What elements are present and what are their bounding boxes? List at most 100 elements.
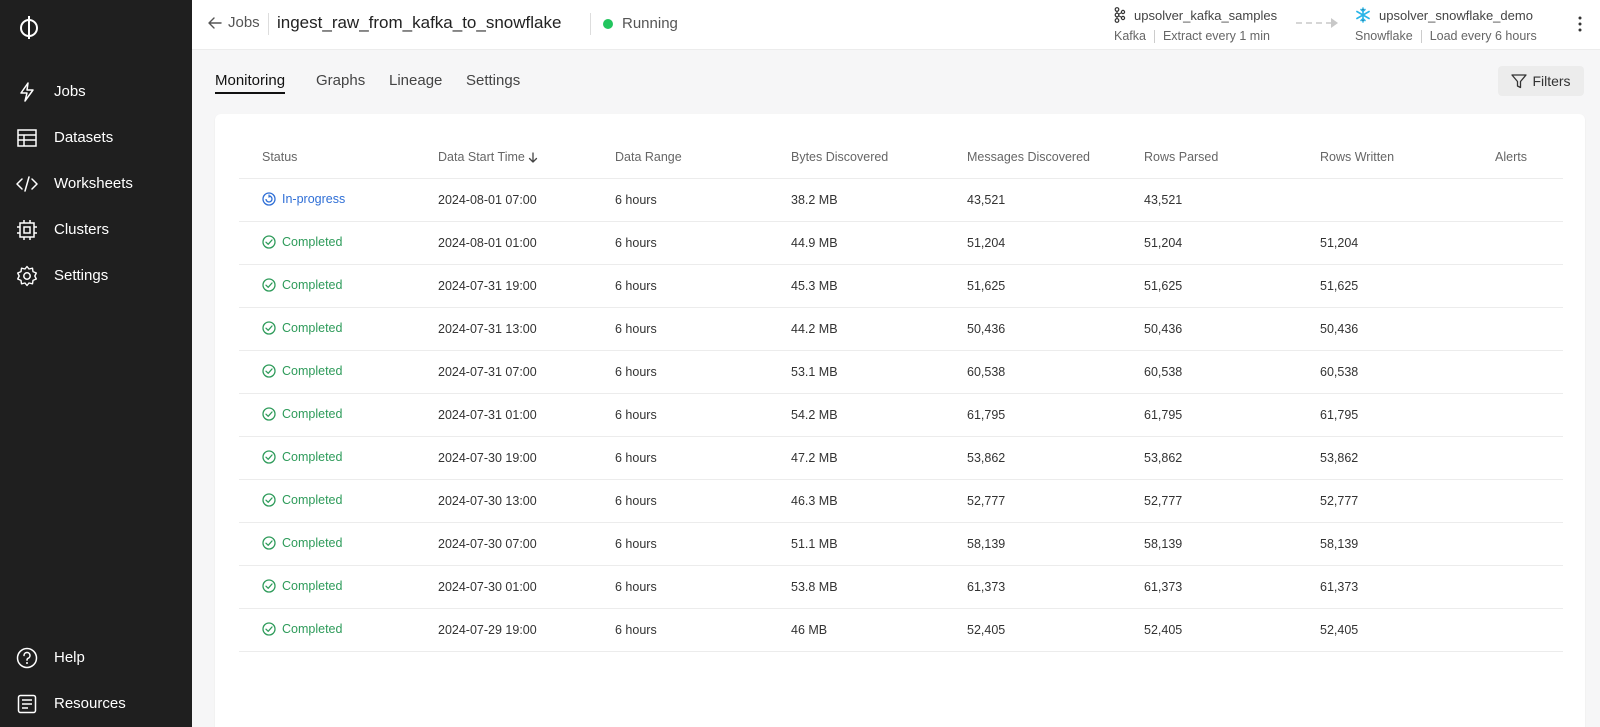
cell-rows-written: 61,373 (1320, 580, 1359, 594)
cell-data-start-time: 2024-07-30 07:00 (438, 537, 537, 551)
table-row-divider (239, 264, 1563, 265)
status-label: Completed (282, 493, 343, 507)
sidebar-item-worksheets[interactable]: Worksheets (0, 164, 192, 204)
status-badge[interactable]: Completed (262, 536, 342, 550)
check-circle-icon (262, 450, 276, 464)
status-badge[interactable]: Completed (262, 622, 342, 636)
column-header-data-start-time[interactable]: Data Start Time (438, 150, 538, 164)
cell-data-start-time: 2024-08-01 01:00 (438, 236, 537, 250)
cell-messages-discovered: 51,625 (967, 279, 1006, 293)
cell-rows-written: 52,405 (1320, 623, 1359, 637)
logo-icon[interactable] (16, 14, 42, 40)
cell-messages-discovered: 50,436 (967, 322, 1006, 336)
table-row-divider (239, 393, 1563, 394)
status-badge[interactable]: Completed (262, 407, 342, 421)
cell-bytes-discovered: 46 MB (791, 623, 828, 637)
table-icon (16, 127, 38, 149)
tab-lineage[interactable]: Lineage (389, 72, 442, 89)
sidebar-item-settings[interactable]: Settings (0, 256, 192, 296)
status-badge[interactable]: Completed (262, 579, 342, 593)
tab-settings[interactable]: Settings (466, 72, 520, 89)
sidebar-item-datasets[interactable]: Datasets (0, 118, 192, 158)
cell-data-start-time: 2024-07-29 19:00 (438, 623, 537, 637)
sidebar-item-help[interactable]: Help (0, 638, 192, 678)
check-circle-icon (262, 407, 276, 421)
filters-button[interactable]: Filters (1498, 66, 1584, 96)
cell-messages-discovered: 61,373 (967, 580, 1006, 594)
sidebar-item-clusters[interactable]: Clusters (0, 210, 192, 250)
column-header-data-range[interactable]: Data Range (615, 150, 682, 164)
check-circle-icon (262, 622, 276, 636)
check-circle-icon (262, 493, 276, 507)
cell-messages-discovered: 61,795 (967, 408, 1006, 422)
status-badge[interactable]: Completed (262, 278, 342, 292)
column-header-alerts[interactable]: Alerts (1495, 150, 1527, 164)
status-badge[interactable]: Completed (262, 364, 342, 378)
column-header-messages-discovered[interactable]: Messages Discovered (967, 150, 1090, 164)
column-header-rows-written[interactable]: Rows Written (1320, 150, 1394, 164)
sidebar: Jobs Datasets Worksheets Clusters Settin… (0, 0, 192, 727)
column-header-label: Rows Written (1320, 150, 1395, 164)
cell-data-start-time: 2024-07-30 13:00 (438, 494, 537, 508)
sidebar-item-label: Settings (54, 267, 109, 284)
cell-bytes-discovered: 47.2 MB (791, 451, 838, 465)
check-circle-icon (262, 235, 276, 249)
status-badge[interactable]: Completed (262, 493, 342, 507)
sidebar-item-label: Clusters (54, 221, 110, 238)
sort-descending-icon (528, 151, 537, 163)
cell-bytes-discovered: 45.3 MB (791, 279, 838, 293)
cell-data-start-time: 2024-07-30 01:00 (438, 580, 537, 594)
header-divider (239, 178, 1563, 179)
cell-rows-parsed: 61,795 (1144, 408, 1183, 422)
check-circle-icon (262, 364, 276, 378)
cell-bytes-discovered: 53.1 MB (791, 365, 838, 379)
status-badge[interactable]: In-progress (262, 192, 345, 206)
table-row-divider (239, 221, 1563, 222)
status-label: Completed (282, 321, 343, 335)
cell-data-start-time: 2024-07-30 19:00 (438, 451, 537, 465)
cell-rows-written: 61,795 (1320, 408, 1359, 422)
sidebar-item-label: Datasets (54, 129, 114, 146)
target-type: Snowflake (1355, 29, 1413, 43)
column-header-label: Status (262, 150, 298, 164)
cell-bytes-discovered: 38.2 MB (791, 193, 838, 207)
cell-rows-written: 60,538 (1320, 365, 1359, 379)
table-row-divider (239, 307, 1563, 308)
snowflake-icon (1356, 7, 1370, 23)
more-options-icon[interactable] (1574, 14, 1586, 34)
cell-data-range: 6 hours (615, 451, 657, 465)
help-icon (16, 647, 38, 669)
status-label: Completed (282, 407, 343, 421)
cell-messages-discovered: 53,862 (967, 451, 1006, 465)
column-header-rows-parsed[interactable]: Rows Parsed (1144, 150, 1218, 164)
cell-bytes-discovered: 53.8 MB (791, 580, 838, 594)
status-badge[interactable]: Completed (262, 321, 342, 335)
cell-bytes-discovered: 54.2 MB (791, 408, 838, 422)
status-badge[interactable]: Completed (262, 450, 342, 464)
status-badge[interactable]: Completed (262, 235, 342, 249)
tab-monitoring[interactable]: Monitoring (215, 72, 286, 94)
job-header: Jobs ingest_raw_from_kafka_to_snowflake … (192, 0, 1600, 50)
sidebar-item-resources[interactable]: Resources (0, 684, 192, 724)
column-header-bytes-discovered[interactable]: Bytes Discovered (791, 150, 888, 164)
table-row-divider (239, 350, 1563, 351)
filter-icon (1511, 73, 1528, 88)
target-name: upsolver_snowflake_demo (1379, 7, 1533, 23)
sidebar-item-label: Resources (54, 695, 126, 712)
cell-rows-parsed: 61,373 (1144, 580, 1183, 594)
filters-label: Filters (1532, 73, 1571, 89)
sidebar-item-jobs[interactable]: Jobs (0, 72, 192, 112)
cell-messages-discovered: 52,777 (967, 494, 1006, 508)
sidebar-item-label: Help (54, 649, 85, 666)
source-schedule: Extract every 1 min (1162, 29, 1270, 43)
cell-rows-written: 51,204 (1320, 236, 1359, 250)
sidebar-item-label: Worksheets (54, 175, 133, 192)
target-connection[interactable]: upsolver_snowflake_demo Snowflake Load e… (1355, 7, 1537, 43)
back-to-jobs-link[interactable]: Jobs (208, 14, 260, 31)
target-schedule: Load every 6 hours (1429, 29, 1537, 43)
cell-data-start-time: 2024-08-01 07:00 (438, 193, 537, 207)
column-header-status[interactable]: Status (262, 150, 297, 164)
tab-graphs[interactable]: Graphs (316, 72, 365, 89)
page-title: ingest_raw_from_kafka_to_snowflake (277, 13, 562, 32)
source-connection[interactable]: upsolver_kafka_samples Kafka Extract eve… (1114, 7, 1277, 43)
